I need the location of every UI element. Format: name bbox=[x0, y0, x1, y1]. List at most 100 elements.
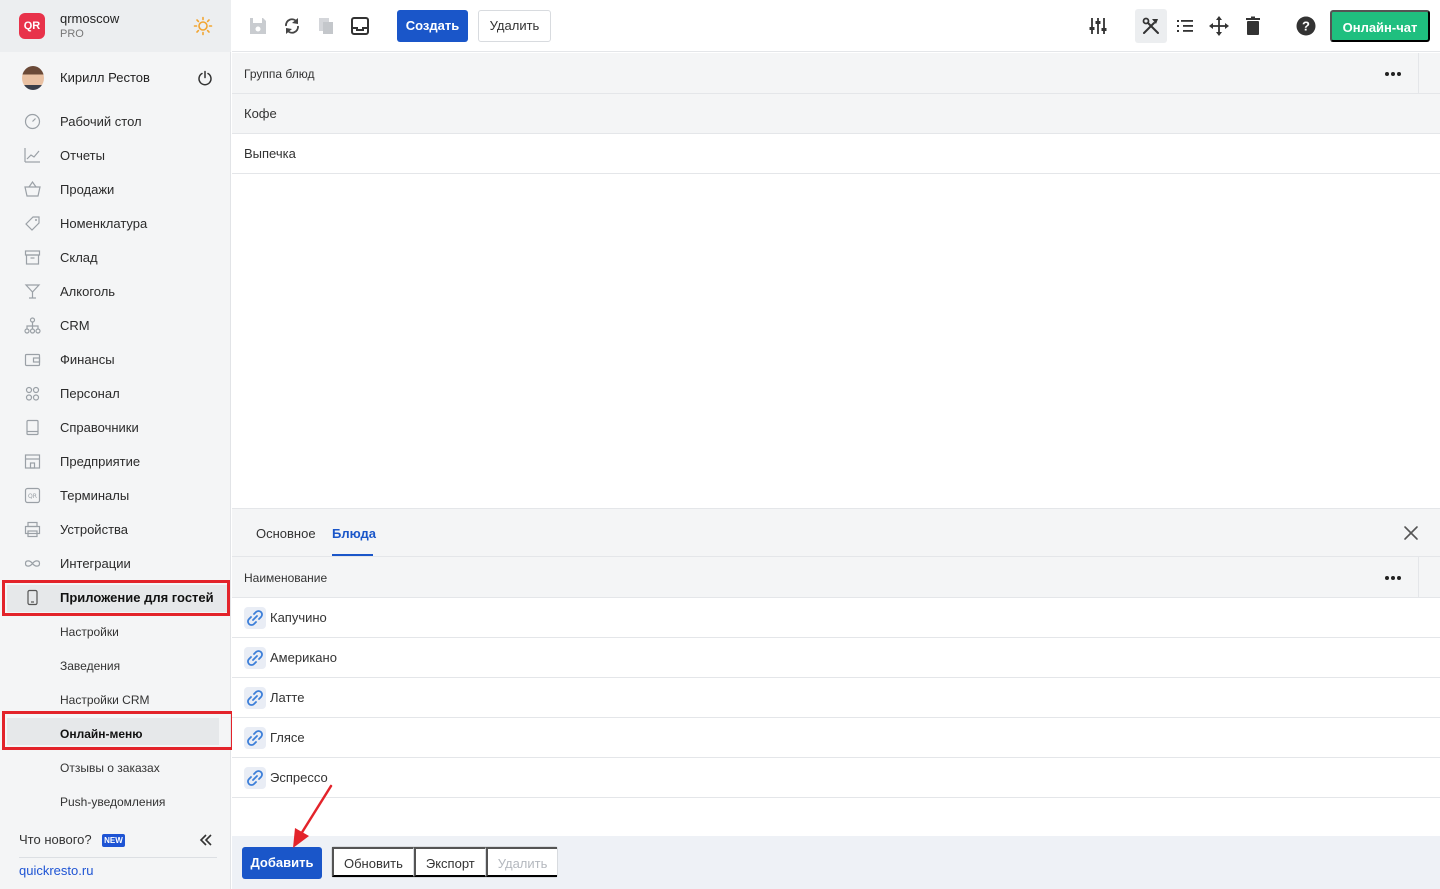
sidebar-subitem-push[interactable]: Push-уведомления bbox=[0, 788, 231, 816]
sidebar-item-label: Склад bbox=[60, 250, 98, 265]
sidebar-item-label: Предприятие bbox=[60, 454, 141, 469]
box-icon bbox=[24, 250, 41, 265]
link-icon[interactable] bbox=[244, 607, 266, 629]
sidebar-item-alcohol[interactable]: Алкоголь bbox=[0, 276, 231, 306]
more-options-icon[interactable] bbox=[1384, 575, 1402, 581]
bottom-action-bar: Добавить Обновить Экспорт Удалить bbox=[232, 836, 1440, 889]
people-icon bbox=[25, 386, 40, 401]
sidebar-item-label: Терминалы bbox=[60, 488, 130, 503]
sidebar-subitem-settings[interactable]: Настройки bbox=[0, 618, 231, 646]
table-row[interactable]: Американо bbox=[232, 638, 1440, 678]
sidebar-item-devices[interactable]: Устройства bbox=[0, 514, 231, 544]
highlight-guest-app bbox=[2, 580, 230, 616]
dish-name: Глясе bbox=[270, 730, 305, 745]
sidebar-item-label: Интеграции bbox=[60, 556, 131, 571]
column-header-name[interactable]: Наименование bbox=[244, 571, 327, 585]
link-icon[interactable] bbox=[244, 647, 266, 669]
filter-sliders-icon[interactable] bbox=[1087, 15, 1109, 37]
sidebar-subitem-order-reviews[interactable]: Отзывы о заказах bbox=[0, 754, 231, 782]
sidebar-item-dashboard[interactable]: Рабочий стол bbox=[0, 106, 231, 136]
sidebar-item-label: Номенклатура bbox=[60, 216, 148, 231]
user-name: Кирилл Рестов bbox=[60, 70, 150, 85]
sidebar-item-terminals[interactable]: QR Терминалы bbox=[0, 480, 231, 510]
more-options-icon[interactable] bbox=[1384, 71, 1402, 77]
brand-plan: PRO bbox=[60, 28, 84, 40]
add-button[interactable]: Добавить bbox=[242, 847, 322, 879]
sidebar-item-integrations[interactable]: Интеграции bbox=[0, 548, 231, 578]
collapse-sidebar-icon[interactable] bbox=[198, 832, 214, 848]
help-icon[interactable]: ? bbox=[1295, 15, 1317, 37]
sidebar-item-label: Рабочий стол bbox=[60, 114, 142, 129]
sidebar-subitem-crm-settings[interactable]: Настройки CRM bbox=[0, 686, 231, 714]
brand-name[interactable]: qrmoscow bbox=[60, 11, 119, 26]
sidebar-subitem-label: Отзывы о заказах bbox=[60, 761, 160, 775]
sidebar-item-finance[interactable]: Финансы bbox=[0, 344, 231, 374]
export-button[interactable]: Экспорт bbox=[413, 847, 486, 877]
sidebar-item-label: Финансы bbox=[60, 352, 115, 367]
book-icon bbox=[26, 419, 39, 436]
sidebar-item-enterprise[interactable]: Предприятие bbox=[0, 446, 231, 476]
link-icon[interactable] bbox=[244, 727, 266, 749]
online-chat-button[interactable]: Онлайн-чат bbox=[1330, 10, 1430, 42]
sidebar-item-label: Устройства bbox=[60, 522, 129, 537]
brand-header: QR qrmoscow PRO bbox=[0, 0, 231, 52]
power-icon[interactable] bbox=[197, 70, 213, 86]
tools-icon[interactable] bbox=[1140, 15, 1162, 37]
copy-icon[interactable] bbox=[315, 15, 337, 37]
list-icon[interactable] bbox=[1174, 15, 1196, 37]
delete-dish-button[interactable]: Удалить bbox=[485, 847, 558, 877]
sidebar-item-directories[interactable]: Справочники bbox=[0, 412, 231, 442]
user-profile[interactable]: Кирилл Рестов bbox=[0, 60, 231, 96]
brand-logo: QR bbox=[19, 13, 45, 39]
move-icon[interactable] bbox=[1208, 15, 1230, 37]
link-icon[interactable] bbox=[244, 687, 266, 709]
header-separator bbox=[1418, 53, 1419, 93]
sidebar-subitem-label: Настройки bbox=[60, 625, 119, 639]
sidebar-item-label: Продажи bbox=[60, 182, 115, 197]
sidebar-subitem-label: Заведения bbox=[60, 659, 121, 673]
sidebar-subitem-label: Push-уведомления bbox=[60, 795, 166, 809]
tab-main[interactable]: Основное bbox=[256, 526, 316, 541]
sidebar-item-sales[interactable]: Продажи bbox=[0, 174, 231, 204]
sidebar-item-label: Персонал bbox=[60, 386, 120, 401]
table-row[interactable]: Кофе bbox=[232, 94, 1440, 134]
detail-tabs-bar: Основное Блюда bbox=[232, 508, 1440, 557]
basket-icon bbox=[24, 181, 41, 197]
link-icon[interactable] bbox=[244, 767, 266, 789]
sidebar-item-nomenclature[interactable]: Номенклатура bbox=[0, 208, 231, 238]
group-name: Кофе bbox=[244, 106, 277, 121]
site-link[interactable]: quickresto.ru bbox=[19, 863, 93, 878]
table-row[interactable]: Выпечка bbox=[232, 134, 1440, 174]
sidebar-item-warehouse[interactable]: Склад bbox=[0, 242, 231, 272]
table-row[interactable]: Латте bbox=[232, 678, 1440, 718]
sidebar-item-reports[interactable]: Отчеты bbox=[0, 140, 231, 170]
svg-text:QR: QR bbox=[28, 493, 37, 500]
sidebar-subitem-venues[interactable]: Заведения bbox=[0, 652, 231, 680]
column-header-dish-group[interactable]: Группа блюд bbox=[244, 67, 314, 81]
table-row[interactable]: Глясе bbox=[232, 718, 1440, 758]
theme-sun-icon[interactable] bbox=[193, 16, 213, 36]
qr-icon: QR bbox=[24, 487, 41, 504]
sidebar-item-label: Алкоголь bbox=[60, 284, 116, 299]
sidebar-item-label: Отчеты bbox=[60, 148, 105, 163]
trash-icon[interactable] bbox=[1242, 15, 1264, 37]
create-button[interactable]: Создать bbox=[397, 10, 468, 42]
save-icon[interactable] bbox=[247, 15, 269, 37]
sidebar-item-label: CRM bbox=[60, 318, 90, 333]
close-icon[interactable] bbox=[1403, 525, 1419, 541]
refresh-icon[interactable] bbox=[281, 15, 303, 37]
infinity-icon bbox=[24, 560, 41, 567]
sidebar-item-crm[interactable]: CRM bbox=[0, 310, 231, 340]
dish-name: Капучино bbox=[270, 610, 327, 625]
table-row[interactable]: Эспрессо bbox=[232, 758, 1440, 798]
refresh-button[interactable]: Обновить bbox=[332, 847, 414, 877]
sidebar-subitem-label: Настройки CRM bbox=[60, 693, 150, 707]
sidebar-item-staff[interactable]: Персонал bbox=[0, 378, 231, 408]
inbox-icon[interactable] bbox=[349, 15, 371, 37]
whats-new-link[interactable]: Что нового? bbox=[19, 832, 92, 847]
delete-button[interactable]: Удалить bbox=[478, 10, 551, 42]
dish-name: Эспрессо bbox=[270, 770, 328, 785]
tab-dishes[interactable]: Блюда bbox=[332, 526, 376, 541]
wallet-icon bbox=[24, 353, 41, 367]
table-row[interactable]: Капучино bbox=[232, 598, 1440, 638]
